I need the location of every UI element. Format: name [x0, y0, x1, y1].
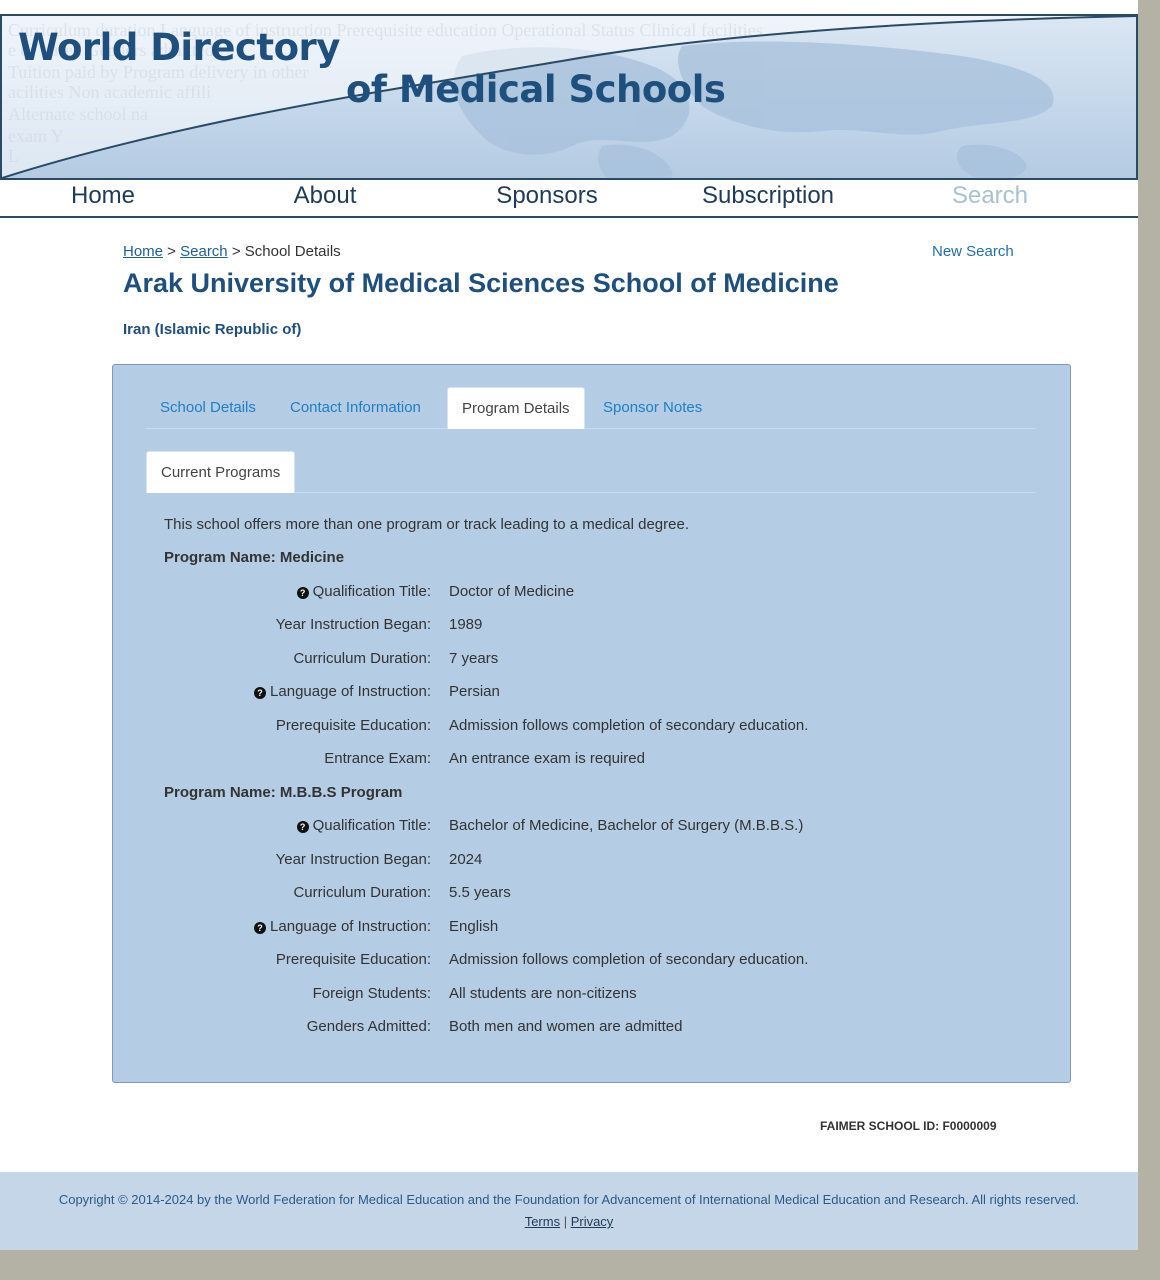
program-field-label: ? Qualification Title: — [296, 582, 431, 600]
tab-contact-information[interactable]: Contact Information — [276, 387, 435, 429]
logo-title-line1[interactable]: World Directory — [18, 26, 340, 69]
program-field-value: Bachelor of Medicine, Bachelor of Surger… — [449, 817, 804, 834]
program-field-label-text: Curriculum Duration: — [293, 649, 431, 667]
subtab-current-programs[interactable]: Current Programs — [146, 451, 296, 493]
breadcrumb-separator: > — [163, 243, 181, 260]
program-field-row: ? Language of Instruction: English — [113, 918, 1072, 940]
program-field-row: Year Instruction Began: 2024 — [113, 851, 1072, 873]
program-field-label: Year Instruction Began: — [276, 851, 431, 868]
logo-title-line2[interactable]: of Medical Schools — [346, 68, 726, 111]
program-field-label-text: Qualification Title: — [312, 582, 431, 600]
program-field-value: 7 years — [449, 649, 499, 667]
program-field-label: Genders Admitted: — [307, 1018, 431, 1035]
program-name: Program Name: Medicine — [164, 549, 345, 566]
program-field-label: Year Instruction Began: — [276, 616, 431, 633]
program-field-label-text: Year Instruction Began: — [275, 616, 431, 633]
program-field-value: 5.5 years — [449, 884, 511, 901]
program-field-row: ? Language of Instruction: Persian — [113, 683, 1072, 705]
nav-sponsors[interactable]: Sponsors — [496, 182, 597, 210]
footer: Copyright © 2014-2024 by the World Feder… — [0, 1172, 1138, 1250]
nav-search[interactable]: Search — [952, 182, 1028, 210]
program-field-label-text: Curriculum Duration: — [293, 884, 431, 901]
page: Curriculum duration Language of instruct… — [0, 0, 1138, 1250]
new-search-link[interactable]: New Search — [932, 243, 1014, 260]
program-field-label-text: Prerequisite Education: — [275, 716, 431, 734]
program-field-row: Prerequisite Education: Admission follows… — [113, 717, 1072, 739]
program-field-label: ? Language of Instruction: — [254, 683, 431, 700]
help-icon[interactable]: ? — [296, 586, 309, 599]
programs-intro-text: This school offers more than one program… — [164, 516, 689, 533]
page-title: Arak University of Medical Sciences Scho… — [123, 268, 839, 298]
help-icon[interactable]: ? — [254, 687, 267, 699]
nav-about[interactable]: About — [294, 182, 357, 210]
faimer-school-id: FAIMER SCHOOL ID: F0000009 — [820, 1119, 997, 1133]
program-field-label-text: Language of Instruction: — [270, 917, 431, 935]
program-field-row: Year Instruction Began: 1989 — [113, 616, 1072, 638]
main-nav: Home About Sponsors Subscription Search — [0, 180, 1138, 218]
program-name: Program Name: M.B.B.S Program — [164, 783, 403, 801]
program-field-label: Prerequisite Education: — [276, 717, 431, 734]
footer-copyright: Copyright © 2014-2024 by the World Feder… — [58, 1192, 1080, 1207]
breadcrumb: Home > Search > School Details — [123, 243, 341, 260]
program-field-value: English — [449, 917, 499, 935]
program-field-value: Persian — [449, 683, 500, 700]
help-icon[interactable]: ? — [296, 821, 309, 833]
program-field-value: Admission follows completion of secondar… — [449, 951, 809, 968]
breadcrumb-separator: > — [227, 243, 245, 260]
program-field-label: Curriculum Duration: — [293, 884, 431, 901]
tab-program-details[interactable]: Program Details — [447, 387, 585, 429]
program-field-value: 2024 — [449, 850, 483, 868]
program-field-value: Admission follows completion of secondar… — [449, 716, 809, 734]
program-field-label: Prerequisite Education: — [276, 951, 431, 968]
details-panel: School Details Contact Information Progr… — [112, 364, 1071, 1083]
footer-links: Terms | Privacy — [0, 1214, 1138, 1229]
program-field-label-text: Language of Instruction: — [270, 683, 431, 700]
program-field-label-text: Year Instruction Began: — [275, 850, 431, 868]
breadcrumb-search-link[interactable]: Search — [180, 243, 228, 260]
nav-subscription[interactable]: Subscription — [702, 182, 834, 210]
tab-bar: School Details Contact Information Progr… — [146, 387, 1036, 429]
nav-home[interactable]: Home — [71, 182, 135, 210]
breadcrumb-home-link[interactable]: Home — [123, 243, 163, 260]
program-field-row: Prerequisite Education: Admission follows… — [113, 951, 1072, 973]
program-field-label: ? Language of Instruction: — [254, 918, 431, 935]
program-field-row: ? Qualification Title: Bachelor of Medicin… — [113, 817, 1072, 839]
program-field-label-text: Genders Admitted: — [306, 1018, 431, 1035]
subtab-bar: Current Programs — [146, 451, 1036, 493]
header-banner: Curriculum duration Language of instruct… — [0, 14, 1138, 180]
program-field-label-text: Foreign Students: — [312, 984, 431, 1002]
program-field-label: ? Qualification Title: — [296, 817, 431, 834]
program-field-value: An entrance exam is required — [449, 750, 645, 767]
help-icon[interactable]: ? — [254, 921, 267, 934]
program-field-label: Foreign Students: — [313, 985, 431, 1002]
program-field-value: 1989 — [449, 616, 483, 633]
program-field-row: Curriculum Duration: 5.5 years — [113, 884, 1072, 906]
program-field-value: All students are non-citizens — [449, 984, 637, 1002]
program-field-row: Entrance Exam: An entrance exam is requir… — [113, 750, 1072, 772]
tab-sponsor-notes[interactable]: Sponsor Notes — [589, 387, 716, 429]
program-field-value: Doctor of Medicine — [449, 582, 575, 600]
program-field-row: Genders Admitted: Both men and women are … — [113, 1018, 1072, 1040]
program-field-label-text: Entrance Exam: — [324, 750, 431, 767]
footer-separator: | — [560, 1214, 571, 1229]
program-field-row: ? Qualification Title: Doctor of Medicine — [113, 583, 1072, 605]
school-country: Iran (Islamic Republic of) — [123, 321, 302, 338]
program-field-value: Both men and women are admitted — [449, 1018, 683, 1035]
program-field-label-text: Qualification Title: — [312, 817, 431, 834]
program-field-row: Curriculum Duration: 7 years — [113, 650, 1072, 672]
program-field-label-text: Prerequisite Education: — [275, 951, 431, 968]
program-field-label: Entrance Exam: — [324, 750, 431, 767]
tab-school-details[interactable]: School Details — [146, 387, 270, 429]
privacy-link[interactable]: Privacy — [571, 1214, 614, 1229]
terms-link[interactable]: Terms — [525, 1214, 560, 1229]
program-field-label: Curriculum Duration: — [293, 650, 431, 667]
breadcrumb-current: School Details — [244, 243, 341, 260]
program-field-row: Foreign Students: All students are non-ci… — [113, 985, 1072, 1007]
